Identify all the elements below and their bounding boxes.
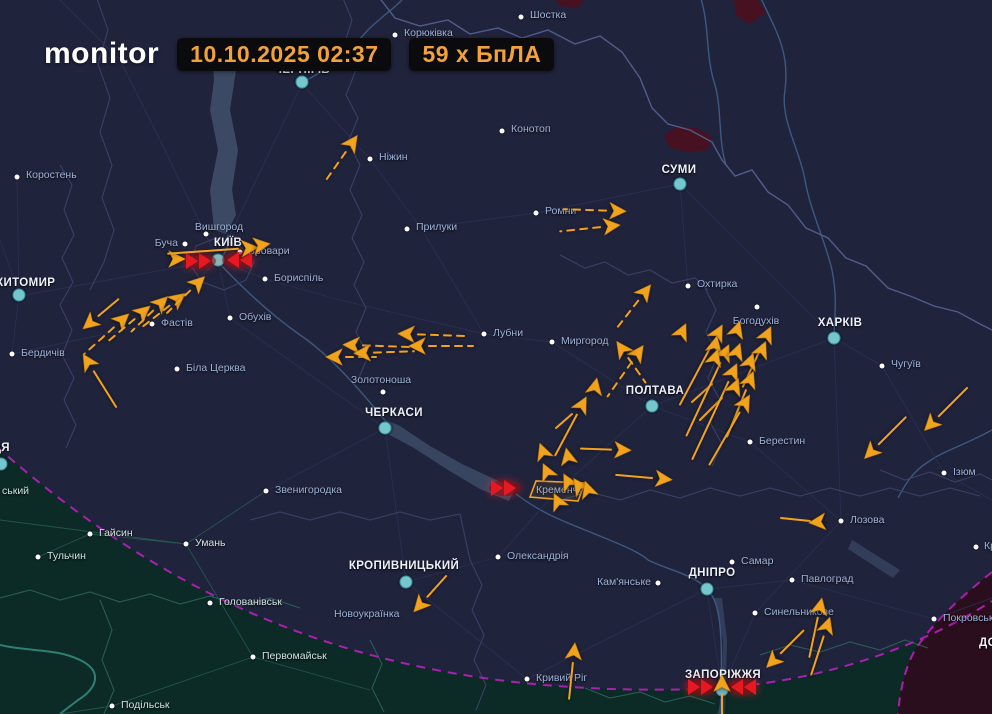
drone-icon[interactable] (610, 336, 653, 387)
map-canvas[interactable]: КИЇВЧЕРНІГІВСУМИХАРКІВПОЛТАВАЧЕРКАСИКРОП… (0, 0, 992, 714)
drone-icon[interactable] (317, 130, 364, 188)
drone-icon[interactable] (808, 513, 826, 531)
drone-icon[interactable] (397, 325, 468, 344)
uav-counter-badge: 59 х БпЛА (409, 38, 554, 71)
drone-icon[interactable] (77, 293, 124, 336)
drone-icon[interactable] (918, 382, 973, 437)
drone-icon[interactable] (161, 270, 211, 319)
drone-icon[interactable] (585, 376, 605, 396)
drone-icon[interactable] (559, 217, 621, 240)
app-logo: monitor (44, 37, 159, 71)
drone-icon[interactable] (76, 349, 124, 411)
drone-icon[interactable] (727, 318, 748, 339)
drone-icon[interactable] (858, 411, 911, 464)
drone-layer (0, 0, 992, 714)
drone-icon[interactable] (558, 446, 578, 466)
drone-icon[interactable] (581, 440, 632, 459)
explosion-icon (222, 252, 254, 268)
drone-icon[interactable] (702, 391, 757, 469)
drone-icon[interactable] (407, 570, 452, 617)
drone-icon[interactable] (78, 307, 134, 360)
drone-icon[interactable] (714, 675, 731, 714)
drone-icon[interactable] (609, 279, 657, 334)
header: monitor 10.10.2025 02:37 59 х БпЛА (44, 37, 554, 71)
drone-icon[interactable] (803, 614, 838, 677)
drone-icon[interactable] (564, 201, 627, 220)
drone-icon[interactable] (561, 642, 584, 700)
drone-icon[interactable] (671, 320, 694, 343)
datetime-badge: 10.10.2025 02:37 (177, 38, 391, 71)
drone-icon[interactable] (252, 235, 271, 254)
explosion-icon (184, 253, 216, 269)
drone-icon[interactable] (615, 466, 673, 488)
drone-trail (781, 518, 810, 521)
explosion-icon (686, 679, 718, 695)
drone-icon[interactable] (409, 338, 474, 355)
drone-icon[interactable] (726, 340, 748, 362)
drone-icon[interactable] (760, 625, 809, 674)
explosion-icon (726, 679, 758, 695)
drone-icon[interactable] (535, 460, 558, 483)
drone-icon[interactable] (126, 290, 174, 337)
drone-trail (556, 414, 572, 428)
explosion-icon (489, 480, 521, 496)
drone-icon[interactable] (532, 440, 554, 462)
